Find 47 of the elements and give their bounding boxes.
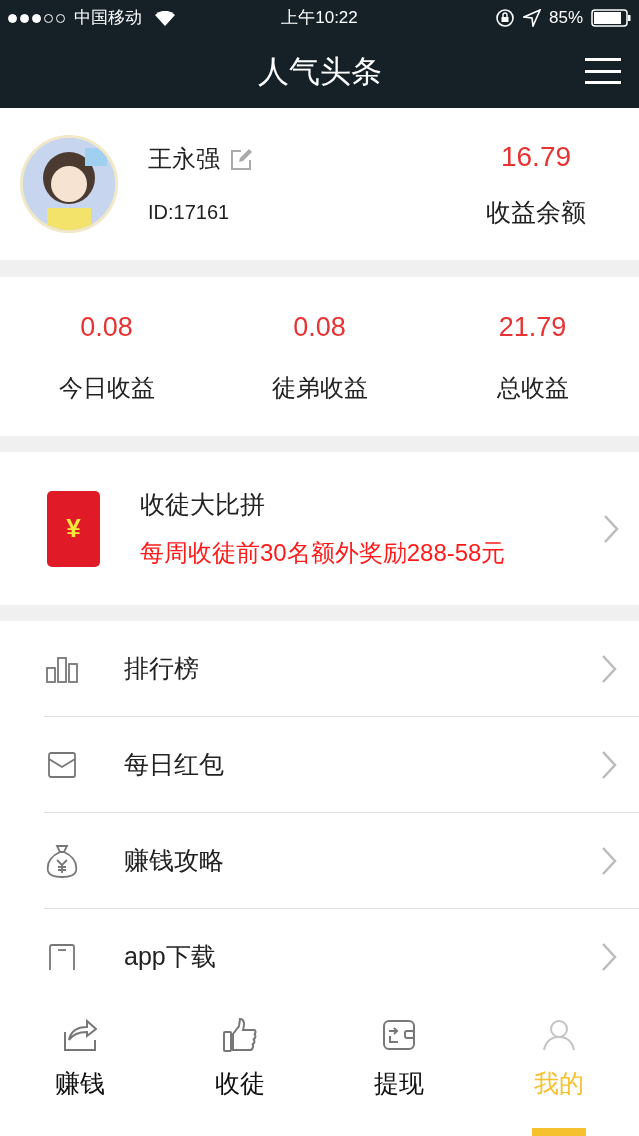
- earnings-value: 0.08: [293, 311, 346, 345]
- carrier-name: 中国移动: [74, 7, 142, 30]
- menu-label: app下载: [124, 941, 217, 973]
- balance-label: 收益余额: [486, 197, 586, 229]
- user-name: 王永强: [148, 144, 220, 174]
- earnings-label: 今日收益: [58, 372, 155, 403]
- earnings-label: 总收益: [496, 372, 569, 403]
- tab[interactable]: 提现: [319, 1003, 480, 1136]
- menu-row[interactable]: 赚钱攻略: [44, 813, 639, 909]
- app-title: 人气头条: [257, 52, 382, 91]
- menu-row[interactable]: app下载: [44, 909, 639, 1003]
- chevron-right-icon: [603, 513, 619, 544]
- chevron-right-icon: [601, 942, 617, 972]
- earnings-value: 0.08: [80, 311, 133, 345]
- tab[interactable]: 赚钱: [0, 1003, 160, 1136]
- menu-label: 排行榜: [124, 652, 200, 684]
- balance-amount: 16.79: [500, 140, 572, 175]
- menu-button[interactable]: [585, 56, 621, 86]
- menu-row[interactable]: 每日红包: [44, 717, 639, 813]
- rotation-lock-icon: [494, 8, 515, 28]
- share-icon: [62, 1018, 97, 1052]
- envelope-icon: [47, 750, 77, 779]
- money-bag-icon: [45, 842, 79, 879]
- battery-icon: [591, 9, 631, 27]
- menu-label: 赚钱攻略: [124, 844, 225, 876]
- earnings-value: 21.79: [498, 311, 567, 345]
- chevron-right-icon: [601, 653, 617, 684]
- chevron-right-icon: [601, 749, 617, 780]
- phone-icon: [48, 944, 76, 970]
- wallet-icon: [383, 1020, 416, 1050]
- wifi-icon: [155, 10, 175, 26]
- battery-percent: 85%: [548, 7, 583, 30]
- promo-title: 收徒大比拼: [140, 488, 266, 520]
- promo-subtitle: 每周收徒前30名额外奖励288-58元: [140, 538, 507, 569]
- yen-sign: ¥: [66, 512, 81, 545]
- menu-row[interactable]: 排行榜: [44, 621, 639, 717]
- thumbs-up-icon: [222, 1018, 257, 1052]
- earnings-label: 徒弟收益: [271, 372, 368, 403]
- location-arrow-icon: [522, 9, 541, 27]
- user-id: ID:17161: [148, 200, 231, 225]
- promo-banner[interactable]: ¥ 收徒大比拼 每周收徒前30名额外奖励288-58元: [0, 452, 639, 605]
- menu-label: 每日红包: [124, 748, 225, 780]
- tab[interactable]: 收徒: [159, 1003, 320, 1136]
- clock-time: 上午10:22: [280, 7, 359, 30]
- chevron-right-icon: [601, 845, 617, 876]
- person-icon: [543, 1019, 576, 1051]
- active-indicator: [532, 1128, 587, 1136]
